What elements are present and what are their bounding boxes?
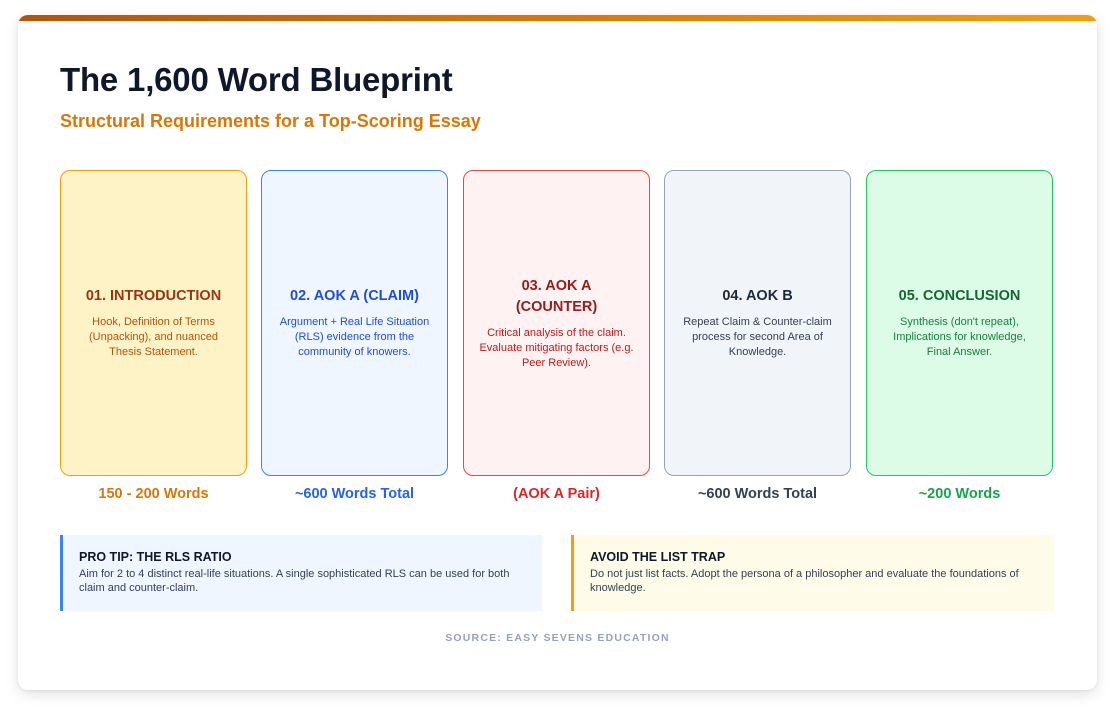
section-description: Hook, Definition of Terms (Unpacking), a… (88, 316, 219, 358)
section-card: 03. AOK A (COUNTER) Critical analysis of… (463, 170, 650, 476)
section-aok-a-claim: 02. AOK A (CLAIM) Argument + Real Life S… (261, 170, 448, 502)
section-card: 04. AOK B Repeat Claim & Counter-claim p… (664, 170, 851, 476)
section-aok-a-counter: 03. AOK A (COUNTER) Critical analysis of… (463, 170, 650, 502)
section-description: Repeat Claim & Counter-claim process for… (683, 316, 832, 358)
tip-body: Aim for 2 to 4 distinct real-life situat… (79, 568, 510, 594)
avoid-list-trap-callout: AVOID THE LIST TRAP Do not just list fac… (571, 535, 1054, 611)
section-word-count: ~200 Words (918, 486, 1001, 502)
section-word-count: (AOK A Pair) (513, 486, 600, 502)
section-title: 02. AOK A (CLAIM) (290, 288, 419, 304)
page-title: The 1,600 Word Blueprint (60, 61, 453, 98)
essay-structure-columns: 01. INTRODUCTION Hook, Definition of Ter… (60, 170, 1054, 510)
section-title: 04. AOK B (722, 288, 793, 304)
section-description: Synthesis (don't repeat), Implications f… (893, 316, 1026, 358)
section-title: 03. AOK A (COUNTER) (515, 277, 598, 315)
pro-tip-callout: PRO TIP: THE RLS RATIO Aim for 2 to 4 di… (60, 535, 542, 611)
accent-top-bar (18, 15, 1097, 21)
section-card: 02. AOK A (CLAIM) Argument + Real Life S… (261, 170, 448, 476)
tip-body: Do not just list facts. Adopt the person… (590, 568, 1019, 594)
section-title: 05. CONCLUSION (898, 288, 1021, 304)
section-title: 01. INTRODUCTION (85, 288, 222, 304)
section-word-count: 150 - 200 Words (98, 486, 209, 502)
source-credit: SOURCE: EASY SEVENS EDUCATION (445, 632, 670, 644)
section-description: Argument + Real Life Situation (RLS) evi… (279, 316, 430, 358)
section-card: 05. CONCLUSION Synthesis (don't repeat),… (866, 170, 1053, 476)
section-aok-b: 04. AOK B Repeat Claim & Counter-claim p… (664, 170, 851, 502)
section-conclusion: 05. CONCLUSION Synthesis (don't repeat),… (866, 170, 1053, 502)
section-word-count: ~600 Words Total (697, 486, 818, 502)
section-introduction: 01. INTRODUCTION Hook, Definition of Ter… (60, 170, 247, 502)
section-description: Critical analysis of the claim. Evaluate… (479, 326, 634, 369)
section-card: 01. INTRODUCTION Hook, Definition of Ter… (60, 170, 247, 476)
page-subtitle: Structural Requirements for a Top-Scorin… (60, 111, 481, 131)
blueprint-card: The 1,600 Word Blueprint Structural Requ… (18, 15, 1097, 690)
section-word-count: ~600 Words Total (294, 486, 415, 502)
tip-title: AVOID THE LIST TRAP (590, 550, 726, 564)
tip-title: PRO TIP: THE RLS RATIO (79, 550, 232, 564)
